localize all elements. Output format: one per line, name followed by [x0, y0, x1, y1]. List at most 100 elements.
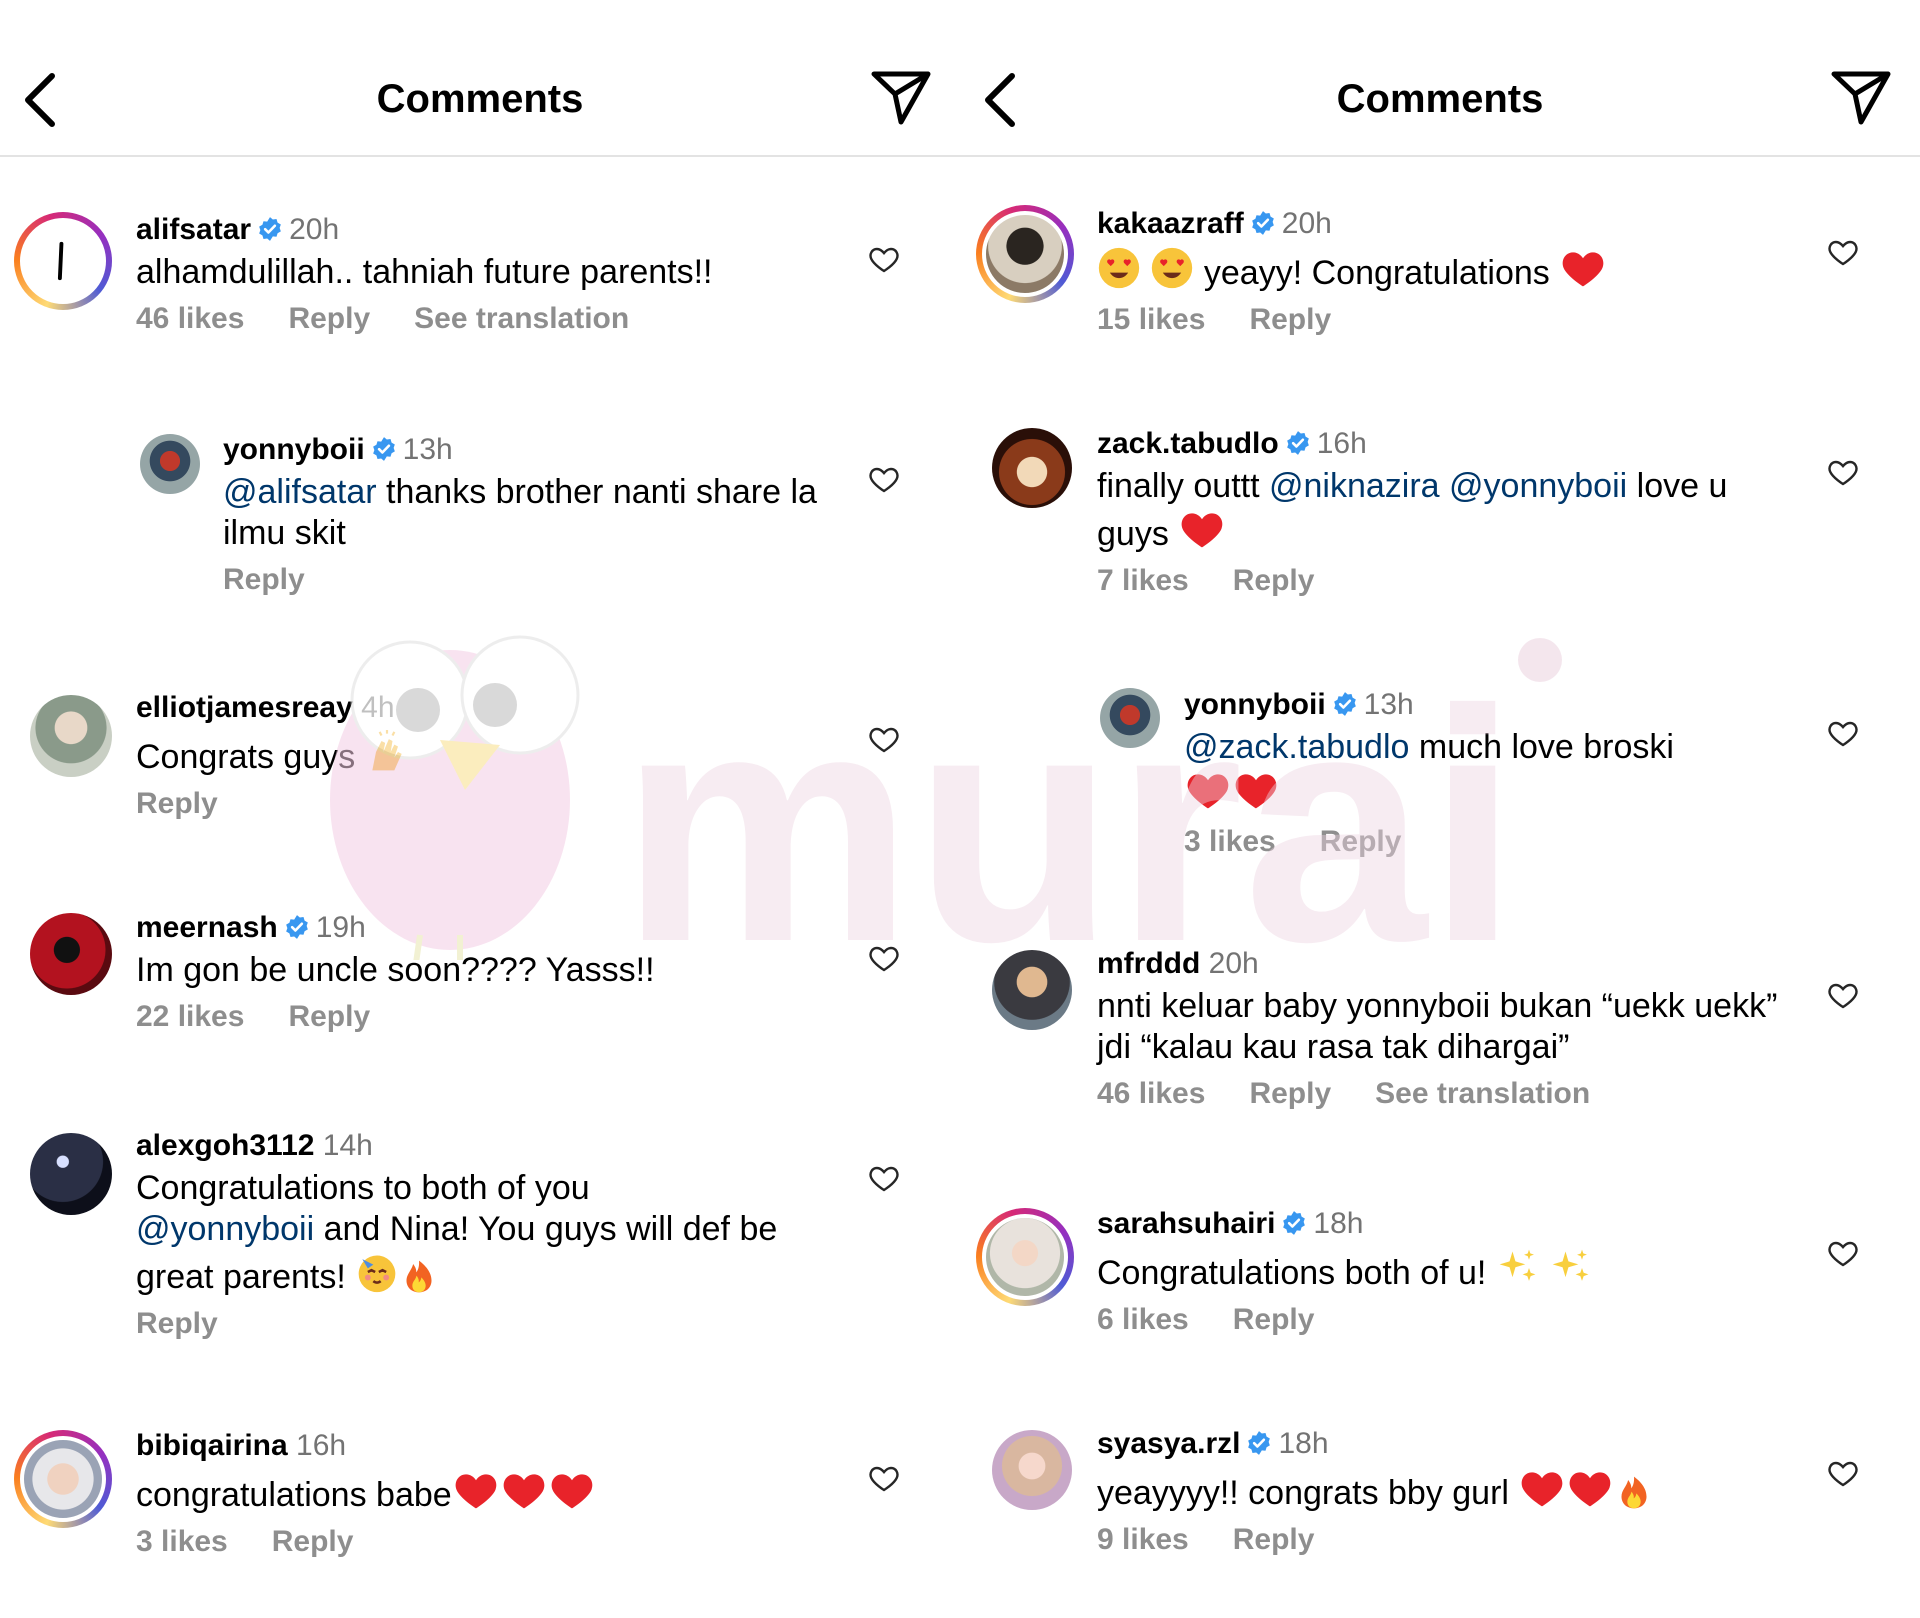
timestamp: 20h [1281, 207, 1332, 240]
comments-panel-left: Comments alifsatar 20h alhamdulillah.. ta… [0, 0, 960, 1618]
timestamp: 20h [289, 213, 340, 246]
red-heart-icon [1566, 1466, 1614, 1510]
likes-count[interactable]: 22 likes [136, 1000, 244, 1033]
reply-button[interactable]: Reply [1233, 564, 1315, 597]
red-heart-icon [548, 1468, 596, 1512]
likes-count[interactable]: 3 likes [136, 1525, 228, 1558]
like-heart-icon[interactable] [867, 1462, 901, 1494]
mention-link[interactable]: @yonnyboii [136, 1210, 314, 1248]
timestamp: 13h [1363, 688, 1414, 721]
red-heart-icon [1559, 246, 1607, 290]
like-heart-icon[interactable] [867, 1162, 901, 1194]
comment-text: Im gon be uncle soon???? Yasss!! [136, 951, 655, 989]
share-button[interactable] [870, 70, 932, 126]
comment-body: yeayy! Congratulations [1194, 254, 1560, 292]
reply-button[interactable]: Reply [288, 1000, 370, 1033]
mention-link[interactable]: @alifsatar [223, 473, 377, 511]
reply-button[interactable]: Reply [272, 1525, 354, 1558]
see-translation-button[interactable]: See translation [1375, 1077, 1590, 1110]
avatar[interactable] [14, 212, 112, 310]
avatar[interactable] [30, 1133, 112, 1215]
red-heart-icon [1184, 768, 1232, 812]
reply-button[interactable]: Reply [1233, 1523, 1315, 1556]
raising-hands-icon [365, 730, 409, 774]
red-heart-icon [1178, 507, 1226, 551]
mention-link[interactable]: @zack.tabudlo [1184, 728, 1409, 766]
likes-count[interactable]: 7 likes [1097, 564, 1189, 597]
page-title: Comments [1336, 77, 1544, 121]
comment-body: much love broski [1409, 728, 1674, 766]
username[interactable]: mfrddd [1097, 947, 1200, 980]
comment-text: Congratulations to both of you @yonnyboii… [136, 1168, 816, 1298]
username[interactable]: meernash [136, 911, 278, 944]
username[interactable]: zack.tabudlo [1097, 427, 1279, 460]
comment-body: Congratulations to both of you [136, 1169, 590, 1207]
reply-button[interactable]: Reply [1233, 1303, 1315, 1336]
avatar[interactable] [30, 695, 112, 777]
likes-count[interactable]: 9 likes [1097, 1523, 1189, 1556]
timestamp: 18h [1313, 1207, 1364, 1240]
comment: meernash 19h Im gon be uncle soon???? Yas… [136, 908, 836, 1037]
like-heart-icon[interactable] [1826, 456, 1860, 488]
red-heart-icon [452, 1468, 500, 1512]
username[interactable]: kakaazraff [1097, 207, 1244, 240]
avatar[interactable] [992, 950, 1072, 1030]
avatar[interactable] [14, 1430, 112, 1528]
reply-button[interactable]: Reply [136, 787, 218, 820]
mention-link[interactable]: @niknazira [1269, 467, 1440, 505]
red-heart-icon [1232, 768, 1280, 812]
reply-button[interactable]: Reply [223, 563, 305, 596]
like-heart-icon[interactable] [1826, 717, 1860, 749]
username[interactable]: bibiqairina [136, 1429, 288, 1462]
avatar[interactable] [30, 913, 112, 995]
like-heart-icon[interactable] [1826, 1457, 1860, 1489]
reply-button[interactable]: Reply [1320, 825, 1402, 858]
likes-count[interactable]: 46 likes [1097, 1077, 1205, 1110]
username[interactable]: alifsatar [136, 213, 251, 246]
timestamp: 19h [315, 911, 366, 944]
avatar[interactable] [976, 205, 1074, 303]
like-heart-icon[interactable] [867, 243, 901, 275]
username[interactable]: elliotjamesreay [136, 691, 353, 724]
likes-count[interactable]: 6 likes [1097, 1303, 1189, 1336]
likes-count[interactable]: 46 likes [136, 302, 244, 335]
likes-count[interactable]: 15 likes [1097, 303, 1205, 336]
see-translation-button[interactable]: See translation [414, 302, 629, 335]
comment-text: Congratulations both of u! [1097, 1246, 1797, 1294]
username[interactable]: yonnyboii [223, 433, 365, 466]
reply-button[interactable]: Reply [1249, 303, 1331, 336]
paper-plane-icon [871, 71, 931, 125]
timestamp: 13h [402, 433, 453, 466]
avatar[interactable] [992, 428, 1072, 508]
share-button[interactable] [1830, 70, 1892, 126]
like-heart-icon[interactable] [1826, 979, 1860, 1011]
verified-badge-icon [371, 436, 397, 462]
reply-button[interactable]: Reply [288, 302, 370, 335]
username[interactable]: alexgoh3112 [136, 1129, 314, 1162]
avatar[interactable] [992, 1430, 1072, 1510]
comment-reply: yonnyboii 13h @alifsatar thanks brother n… [223, 430, 823, 600]
like-heart-icon[interactable] [867, 942, 901, 974]
fire-icon [399, 1254, 439, 1294]
likes-count[interactable]: 3 likes [1184, 825, 1276, 858]
comment-body: Congrats guys [136, 738, 365, 776]
header: Comments [0, 0, 960, 157]
partying-face-icon [355, 1250, 399, 1294]
comment: bibiqairina 16h congratulations babe 3 l… [136, 1426, 836, 1562]
verified-badge-icon [257, 216, 283, 242]
username[interactable]: sarahsuhairi [1097, 1207, 1275, 1240]
avatar[interactable] [140, 434, 200, 494]
reply-button[interactable]: Reply [136, 1307, 218, 1340]
like-heart-icon[interactable] [867, 723, 901, 755]
avatar[interactable] [976, 1208, 1074, 1306]
reply-button[interactable]: Reply [1249, 1077, 1331, 1110]
like-heart-icon[interactable] [1826, 236, 1860, 268]
avatar[interactable] [1100, 688, 1160, 748]
like-heart-icon[interactable] [1826, 1237, 1860, 1269]
comments-panel-right: Comments kakaazraff 20h yeayy! Congratula… [960, 0, 1920, 1618]
verified-badge-icon [1250, 210, 1276, 236]
like-heart-icon[interactable] [867, 463, 901, 495]
username[interactable]: syasya.rzl [1097, 1427, 1240, 1460]
mention-link[interactable]: @yonnyboii [1440, 467, 1627, 505]
username[interactable]: yonnyboii [1184, 688, 1326, 721]
